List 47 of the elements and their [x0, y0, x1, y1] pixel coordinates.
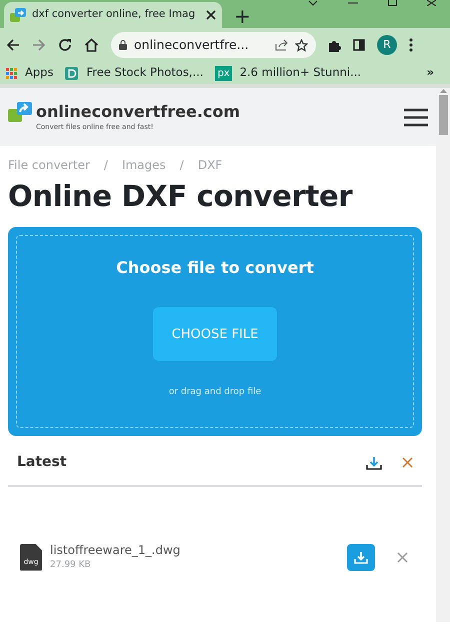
bookmark-favicon-icon: px: [215, 66, 232, 80]
maximize-icon[interactable]: [388, 0, 397, 6]
menu-icon[interactable]: [404, 108, 428, 126]
home-icon[interactable]: [84, 38, 99, 52]
site-favicon-icon: [10, 8, 26, 22]
avatar[interactable]: R: [377, 35, 397, 55]
more-bookmarks-button[interactable]: »: [426, 64, 434, 82]
download-icon: [354, 550, 368, 564]
minimize-icon[interactable]: [348, 0, 358, 6]
bookmark-label[interactable]: Free Stock Photos,...: [86, 64, 204, 82]
puzzle-icon[interactable]: [328, 38, 341, 52]
site-logo[interactable]: onlineconvertfree.com: [36, 104, 240, 120]
clear-all-icon[interactable]: [402, 457, 413, 468]
tab-title: dxf converter online, free Imag: [32, 7, 196, 22]
more-icon[interactable]: [409, 38, 413, 52]
page-title: Online DXF converter: [8, 180, 354, 214]
bookmark-label[interactable]: Apps: [25, 64, 54, 82]
new-tab-button[interactable]: +: [234, 6, 251, 26]
download-button[interactable]: [347, 544, 375, 571]
forward-icon[interactable]: [32, 38, 46, 52]
remove-button[interactable]: [397, 552, 408, 563]
apps-grid-icon: [6, 68, 17, 78]
bookmark-favicon-icon: [65, 66, 78, 80]
chevron-down-icon[interactable]: [308, 0, 318, 6]
back-icon[interactable]: [6, 38, 20, 52]
close-icon[interactable]: [206, 10, 216, 20]
side-panel-icon[interactable]: [353, 39, 365, 51]
bookmark-label[interactable]: 2.6 million+ Stunni...: [240, 64, 362, 82]
browser-tab[interactable]: dxf converter online, free Imag: [4, 2, 222, 28]
dropzone-heading: Choose file to convert: [116, 257, 314, 280]
reload-icon[interactable]: [58, 38, 72, 52]
star-icon[interactable]: [295, 38, 308, 52]
file-size: 27.99 KB: [50, 559, 92, 572]
address-bar[interactable]: onlineconvertfre...: [111, 32, 316, 58]
scrollbar-thumb[interactable]: [438, 95, 448, 135]
share-icon[interactable]: [275, 39, 288, 51]
drag-drop-hint: or drag and drop file: [168, 386, 262, 400]
breadcrumb-separator: /: [180, 157, 184, 174]
close-icon: [397, 552, 408, 563]
close-icon[interactable]: [427, 0, 436, 6]
file-name: listoffreeware_1_.dwg: [50, 542, 182, 560]
download-all-icon[interactable]: [366, 456, 382, 470]
breadcrumb-separator: /: [104, 157, 108, 174]
lock-icon: [119, 40, 127, 50]
latest-heading: Latest: [17, 453, 68, 472]
address-text: onlineconvertfre...: [134, 36, 250, 54]
logo-icon: [8, 102, 32, 122]
